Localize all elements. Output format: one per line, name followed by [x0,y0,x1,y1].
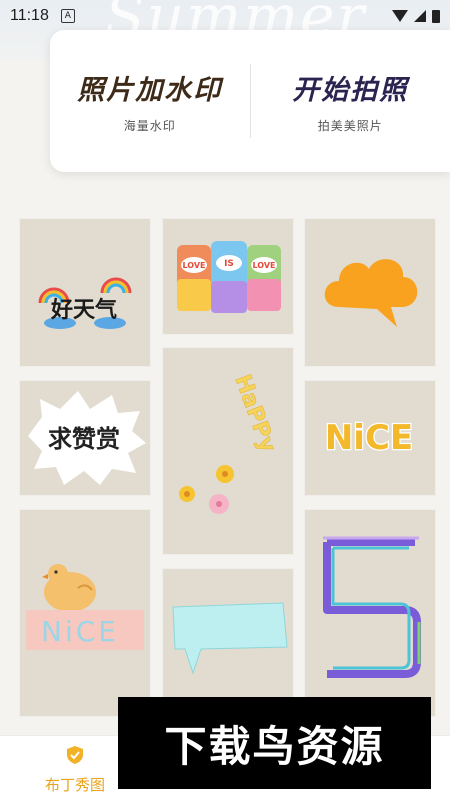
nice-yellow-text: NiCE [325,418,413,458]
chick-nice-text: NiCE [41,615,119,648]
sticker-tile-chick-nice[interactable]: NiCE [20,510,150,716]
praise-sticker: 求赞赏 [20,381,150,495]
can-label-1: LOVE [182,261,205,270]
number-five-sticker [305,510,435,716]
can-icon [177,241,281,313]
happy-sticker: HaPPy [163,348,293,554]
chick-icon [42,564,96,612]
can-label-3: LOVE [252,261,275,270]
notification-icon: A [61,9,75,23]
can-label-2: IS [224,259,234,269]
chick-nice-sticker: NiCE [20,510,150,716]
happy-text: HaPPy [229,372,280,456]
speech-bubble-sticker [163,569,293,716]
nice-yellow-sticker: NiCE [305,381,435,495]
status-bar: 11:18 A [0,0,450,32]
watermark-banner: 下载鸟资源 [118,697,431,789]
good-weather-sticker: 好天气 [20,219,150,366]
sticker-tile-good-weather[interactable]: 好天气 [20,219,150,366]
status-indicators [392,10,440,23]
love-cans-sticker: LOVE IS LOVE [163,219,293,334]
sticker-tile-love-cans[interactable]: LOVE IS LOVE [163,219,293,334]
wifi-icon [392,10,408,22]
sticker-tile-number-five[interactable] [305,510,435,716]
watermark-text: 下载鸟资源 [164,713,384,774]
sticker-grid: 好天气 求赞赏 NiCE [0,0,450,800]
sticker-tile-orange-cloud[interactable] [305,219,435,366]
good-weather-text: 好天气 [50,297,117,323]
sticker-tile-praise[interactable]: 求赞赏 [20,381,150,495]
sticker-tile-nice-yellow[interactable]: NiCE [305,381,435,495]
shield-check-icon [64,744,86,766]
battery-icon [432,10,440,23]
sticker-tile-happy[interactable]: HaPPy [163,348,293,554]
status-time: 11:18 [10,7,49,25]
orange-cloud-sticker [305,219,435,366]
praise-text: 求赞赏 [48,425,120,453]
flower-icon [179,465,234,514]
signal-icon [414,10,426,22]
sticker-tile-speech-bubble[interactable] [163,569,293,716]
